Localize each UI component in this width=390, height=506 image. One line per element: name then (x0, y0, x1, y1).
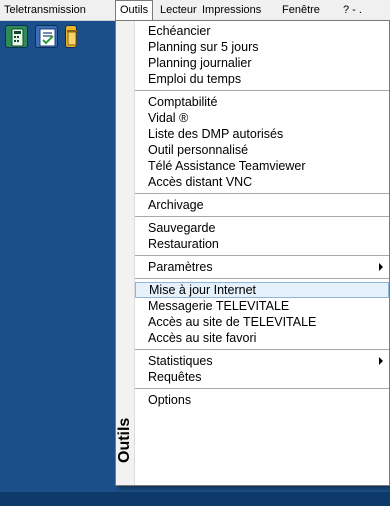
checklist-icon[interactable] (35, 25, 58, 48)
menu-side-label: Outils (116, 417, 133, 463)
menu-item-vidal[interactable]: Vidal ® (135, 110, 389, 126)
menu-item-label: Comptabilité (148, 95, 218, 109)
menu-side-strip: Outils (116, 21, 135, 485)
menu-separator (135, 216, 389, 217)
menu-item-acces-au-site-de-televitale[interactable]: Accès au site de TELEVITALE (135, 314, 389, 330)
menu-item-requetes[interactable]: Requêtes (135, 369, 389, 385)
menu-lecteur[interactable]: Lecteur (160, 0, 197, 20)
menu-separator (135, 90, 389, 91)
submenu-arrow-icon (379, 263, 383, 271)
menu-item-outil-personnalise[interactable]: Outil personnalisé (135, 142, 389, 158)
menu-separator (135, 255, 389, 256)
menu-separator (135, 193, 389, 194)
toolbar (0, 21, 120, 96)
menu-item-label: Echéancier (148, 24, 211, 38)
menu-item-restauration[interactable]: Restauration (135, 236, 389, 252)
menu-item-label: Planning sur 5 jours (148, 40, 259, 54)
menu-item-label: Sauvegarde (148, 221, 216, 235)
menu-fenetre[interactable]: Fenêtre (282, 0, 320, 20)
menu-separator (135, 388, 389, 389)
menu-item-label: Mise à jour Internet (149, 283, 256, 297)
outils-dropdown-menu: Outils Echéancier Planning sur 5 jours Pla… (115, 20, 390, 486)
menu-item-label: Requêtes (148, 370, 202, 384)
menu-item-label: Accès distant VNC (148, 175, 253, 189)
menu-item-sauvegarde[interactable]: Sauvegarde (135, 220, 389, 236)
menu-outils[interactable]: Outils (115, 0, 154, 20)
menu-bar: Teletransmission Outils Lecteur Impressi… (0, 0, 390, 21)
menu-item-emploi-du-temps[interactable]: Emploi du temps (135, 71, 389, 87)
menu-item-liste-des-dmp-autorises[interactable]: Liste des DMP autorisés (135, 126, 389, 142)
menu-item-label: Emploi du temps (148, 72, 242, 86)
menu-help[interactable]: ? - . (343, 0, 362, 20)
desktop-bottom-band (0, 492, 390, 506)
menu-item-label: Vidal ® (148, 111, 189, 125)
menu-item-label: Télé Assistance Teamviewer (148, 159, 306, 173)
menu-item-label: Outil personnalisé (148, 143, 249, 157)
menu-item-tele-assistance-teamviewer[interactable]: Télé Assistance Teamviewer (135, 158, 389, 174)
menu-item-acces-distant-vnc[interactable]: Accès distant VNC (135, 174, 389, 190)
menu-item-label: Archivage (148, 198, 204, 212)
menu-item-label: Liste des DMP autorisés (148, 127, 284, 141)
menu-item-acces-au-site-favori[interactable]: Accès au site favori (135, 330, 389, 346)
menu-item-label: Paramètres (148, 260, 213, 274)
menu-item-options[interactable]: Options (135, 392, 389, 408)
menu-item-label: Accès au site favori (148, 331, 257, 345)
menu-item-label: Messagerie TELEVITALE (148, 299, 290, 313)
menu-item-parametres[interactable]: Paramètres (135, 259, 389, 275)
menu-item-mise-a-jour-internet[interactable]: Mise à jour Internet (135, 282, 389, 298)
submenu-arrow-icon (379, 357, 383, 365)
menu-item-label: Options (148, 393, 192, 407)
menu-separator (135, 278, 389, 279)
trash-icon[interactable] (65, 25, 77, 48)
menu-impressions[interactable]: Impressions (202, 0, 261, 20)
menu-item-label: Statistiques (148, 354, 213, 368)
menu-item-planning-journalier[interactable]: Planning journalier (135, 55, 389, 71)
menu-separator (135, 349, 389, 350)
menu-item-comptabilite[interactable]: Comptabilité (135, 94, 389, 110)
menu-teletransmission[interactable]: Teletransmission (4, 0, 86, 20)
menu-item-messagerie-televitale[interactable]: Messagerie TELEVITALE (135, 298, 389, 314)
menu-item-planning-sur-5-jours[interactable]: Planning sur 5 jours (135, 39, 389, 55)
menu-item-label: Restauration (148, 237, 219, 251)
menu-item-label: Planning journalier (148, 56, 252, 70)
menu-item-echeancier[interactable]: Echéancier (135, 23, 389, 39)
calculator-icon[interactable] (5, 25, 28, 48)
menu-item-archivage[interactable]: Archivage (135, 197, 389, 213)
menu-item-label: Accès au site de TELEVITALE (148, 315, 317, 329)
menu-item-statistiques[interactable]: Statistiques (135, 353, 389, 369)
